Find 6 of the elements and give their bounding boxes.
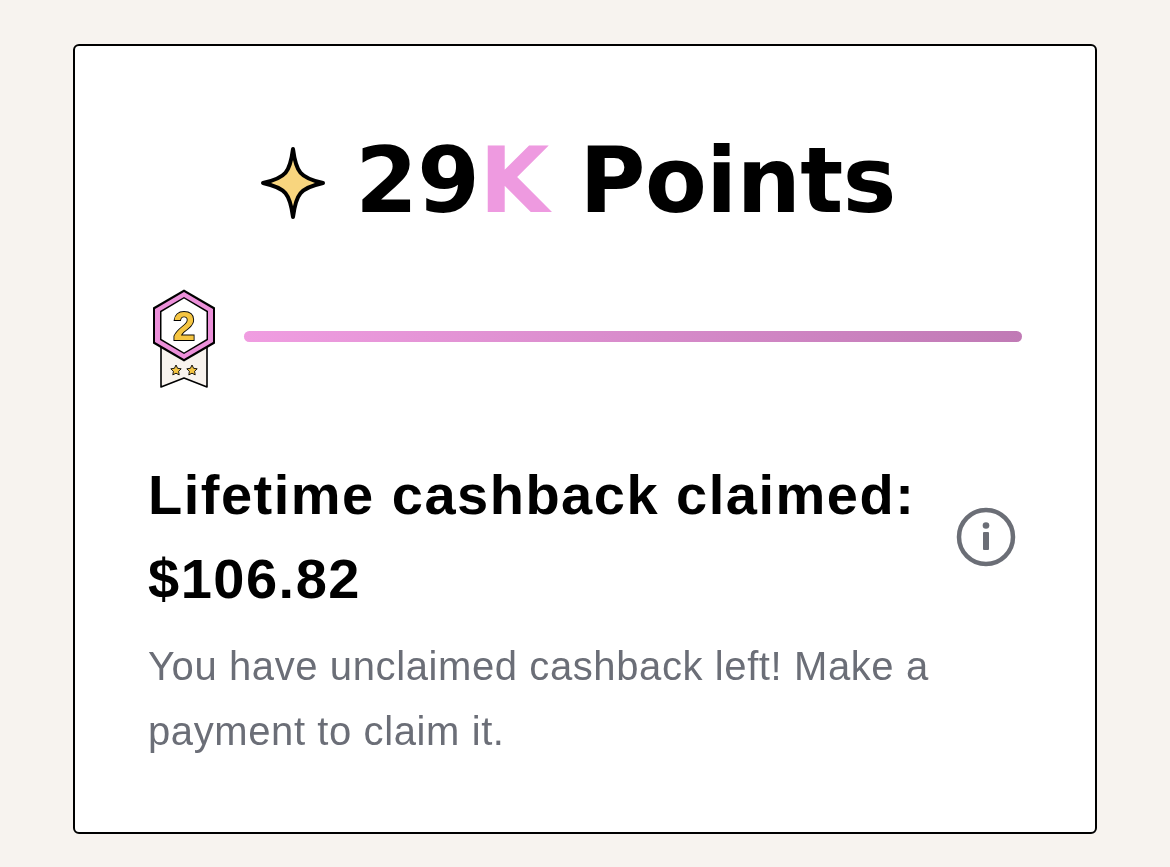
cashback-label: Lifetime cashback claimed: [148,464,916,526]
points-heading: 29K Points [355,131,896,231]
sparkle-icon [260,146,327,220]
cashback-amount: $106.82 [148,548,362,610]
cashback-note: You have unclaimed cashback left! Make a payment to claim it. [148,643,930,755]
info-icon[interactable] [956,507,1016,567]
